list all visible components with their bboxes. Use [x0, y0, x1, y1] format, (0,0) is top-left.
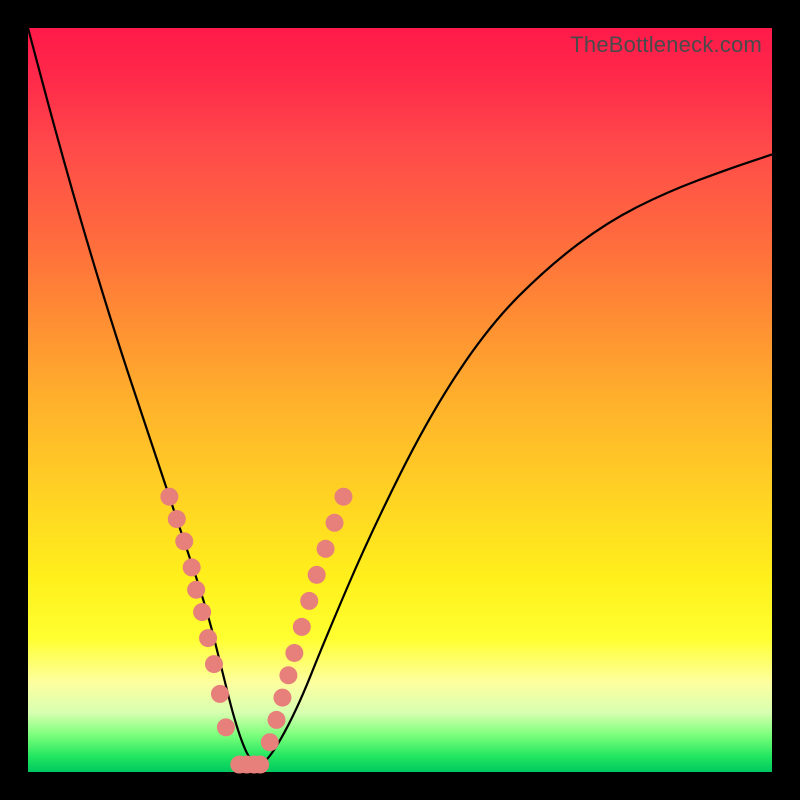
curve-marker: [183, 558, 201, 576]
curve-marker: [317, 540, 335, 558]
curve-marker: [211, 685, 229, 703]
curve-marker: [217, 718, 235, 736]
curve-marker: [293, 618, 311, 636]
bottleneck-curve-svg: [28, 28, 772, 772]
curve-marker: [273, 689, 291, 707]
curve-marker: [334, 488, 352, 506]
curve-marker: [279, 666, 297, 684]
curve-marker: [187, 581, 205, 599]
curve-marker: [193, 603, 211, 621]
curve-markers: [160, 488, 352, 774]
curve-marker: [261, 733, 279, 751]
curve-marker: [199, 629, 217, 647]
curve-marker: [160, 488, 178, 506]
curve-marker: [168, 510, 186, 528]
curve-marker: [175, 532, 193, 550]
curve-marker: [326, 514, 344, 532]
curve-marker: [285, 644, 303, 662]
curve-marker: [267, 711, 285, 729]
curve-marker: [251, 756, 269, 774]
plot-area: TheBottleneck.com: [28, 28, 772, 772]
curve-marker: [300, 592, 318, 610]
curve-marker: [205, 655, 223, 673]
bottleneck-curve: [28, 28, 772, 765]
chart-frame: TheBottleneck.com: [0, 0, 800, 800]
curve-marker: [308, 566, 326, 584]
